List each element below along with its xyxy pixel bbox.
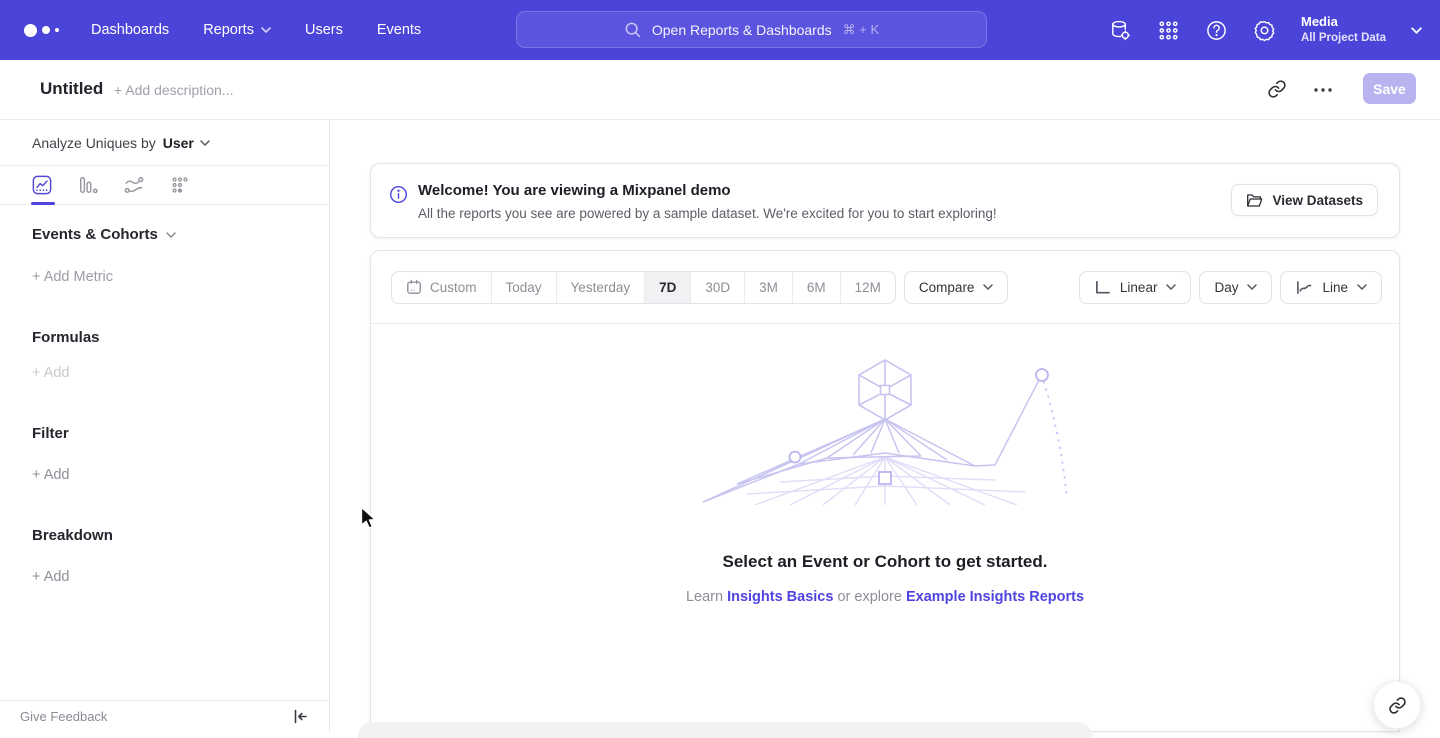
search-placeholder: Open Reports & Dashboards: [652, 22, 832, 38]
banner-subtitle: All the reports you see are powered by a…: [418, 206, 997, 221]
project-name: Media: [1301, 13, 1386, 31]
nav-item-reports[interactable]: Reports: [203, 22, 271, 38]
date-range-yesterday[interactable]: Yesterday: [557, 272, 646, 303]
share-link-button[interactable]: [1373, 681, 1421, 729]
query-builder-sidebar: Analyze Uniques by User: [0, 120, 330, 732]
date-range-picker: Custom Today Yesterday 7D 30D 3M 6M 12M: [391, 271, 896, 304]
chevron-down-icon: [261, 27, 271, 33]
chevron-down-icon: [1357, 284, 1367, 290]
analyze-entity-dropdown[interactable]: User: [163, 135, 210, 151]
bottom-panel-edge[interactable]: [358, 722, 1092, 738]
selected-tab-indicator: [31, 202, 55, 205]
tab-bar-chart-icon[interactable]: [78, 175, 98, 195]
settings-gear-icon[interactable]: [1253, 19, 1276, 42]
help-icon[interactable]: [1205, 19, 1228, 42]
nav-item-users[interactable]: Users: [305, 22, 343, 38]
save-button[interactable]: Save: [1363, 73, 1416, 104]
date-range-12m[interactable]: 12M: [841, 272, 895, 303]
banner-title: Welcome! You are viewing a Mixpanel demo: [418, 182, 731, 199]
analyze-label: Analyze Uniques by: [32, 135, 156, 151]
nav-item-dashboards[interactable]: Dashboards: [91, 22, 169, 38]
date-range-7d[interactable]: 7D: [645, 272, 691, 303]
calendar-icon: [406, 279, 422, 295]
primary-nav: Dashboards Reports Users Events: [91, 22, 421, 38]
chevron-down-icon[interactable]: [1411, 27, 1422, 34]
empty-state-illustration: [695, 353, 1075, 505]
copy-link-icon[interactable]: [1267, 79, 1287, 99]
chevron-down-icon: [166, 232, 176, 238]
global-search-input[interactable]: Open Reports & Dashboards ⌘ + K: [516, 11, 987, 48]
tab-flow-icon[interactable]: [124, 175, 144, 195]
navbar-right: Media All Project Data: [1109, 0, 1422, 60]
add-filter-button[interactable]: + Add: [32, 467, 70, 483]
data-management-icon[interactable]: [1109, 19, 1132, 42]
tab-scatter-icon[interactable]: [170, 175, 190, 195]
folder-icon: [1246, 193, 1263, 208]
date-range-3m[interactable]: 3M: [745, 272, 793, 303]
line-chart-icon: [1295, 280, 1313, 295]
date-range-30d[interactable]: 30D: [691, 272, 745, 303]
project-switcher[interactable]: Media All Project Data: [1301, 13, 1386, 46]
events-cohorts-section[interactable]: Events & Cohorts: [32, 226, 176, 243]
formulas-section-title: Formulas: [32, 329, 100, 346]
compare-dropdown[interactable]: Compare: [904, 271, 1009, 304]
project-scope: All Project Data: [1301, 31, 1386, 47]
demo-welcome-banner: Welcome! You are viewing a Mixpanel demo…: [370, 163, 1400, 238]
main-content: Welcome! You are viewing a Mixpanel demo…: [330, 120, 1440, 732]
top-navbar: Dashboards Reports Users Events Open Rep…: [0, 0, 1440, 60]
empty-state-title: Select an Event or Cohort to get started…: [371, 552, 1399, 572]
report-description-placeholder[interactable]: + Add description...: [114, 82, 233, 98]
search-icon: [624, 21, 641, 38]
chart-controls: Custom Today Yesterday 7D 30D 3M 6M 12M …: [371, 251, 1399, 324]
collapse-sidebar-icon[interactable]: [292, 708, 309, 725]
scale-dropdown[interactable]: Linear: [1079, 271, 1192, 304]
chart-type-tabs: [0, 166, 329, 205]
add-metric-button[interactable]: + Add Metric: [32, 269, 113, 285]
info-icon: [389, 185, 408, 204]
add-formula-button[interactable]: + Add: [32, 365, 70, 381]
chevron-down-icon: [983, 284, 993, 290]
apps-grid-icon[interactable]: [1157, 19, 1180, 42]
report-title[interactable]: Untitled: [40, 79, 103, 99]
axes-icon: [1094, 280, 1111, 295]
chevron-down-icon: [1166, 284, 1176, 290]
analyze-row: Analyze Uniques by User: [0, 120, 329, 166]
date-range-today[interactable]: Today: [492, 272, 557, 303]
search-shortcut: ⌘ + K: [843, 22, 880, 38]
filter-section-title: Filter: [32, 425, 69, 442]
date-range-6m[interactable]: 6M: [793, 272, 841, 303]
chevron-down-icon: [200, 140, 210, 146]
nav-item-events[interactable]: Events: [377, 22, 421, 38]
mixpanel-logo[interactable]: [24, 24, 59, 37]
report-header: Untitled + Add description... Save: [0, 60, 1440, 120]
date-range-custom[interactable]: Custom: [392, 272, 492, 303]
empty-state-subtitle: Learn Insights Basics or explore Example…: [371, 589, 1399, 605]
insights-report-card: Custom Today Yesterday 7D 30D 3M 6M 12M …: [370, 250, 1400, 732]
chevron-down-icon: [1247, 284, 1257, 290]
chart-display-controls: Linear Day Line: [1079, 271, 1382, 304]
view-datasets-button[interactable]: View Datasets: [1231, 184, 1378, 216]
add-breakdown-button[interactable]: + Add: [32, 569, 70, 585]
insights-basics-link[interactable]: Insights Basics: [727, 589, 833, 605]
sidebar-footer: Give Feedback: [0, 700, 329, 732]
link-icon: [1388, 696, 1407, 715]
chart-type-dropdown[interactable]: Line: [1280, 271, 1382, 304]
breakdown-section-title: Breakdown: [32, 527, 113, 544]
granularity-dropdown[interactable]: Day: [1199, 271, 1272, 304]
more-options-icon[interactable]: [1312, 84, 1334, 96]
give-feedback-link[interactable]: Give Feedback: [20, 709, 107, 724]
example-insights-reports-link[interactable]: Example Insights Reports: [906, 589, 1084, 605]
tab-insights-line-icon[interactable]: [32, 175, 52, 195]
